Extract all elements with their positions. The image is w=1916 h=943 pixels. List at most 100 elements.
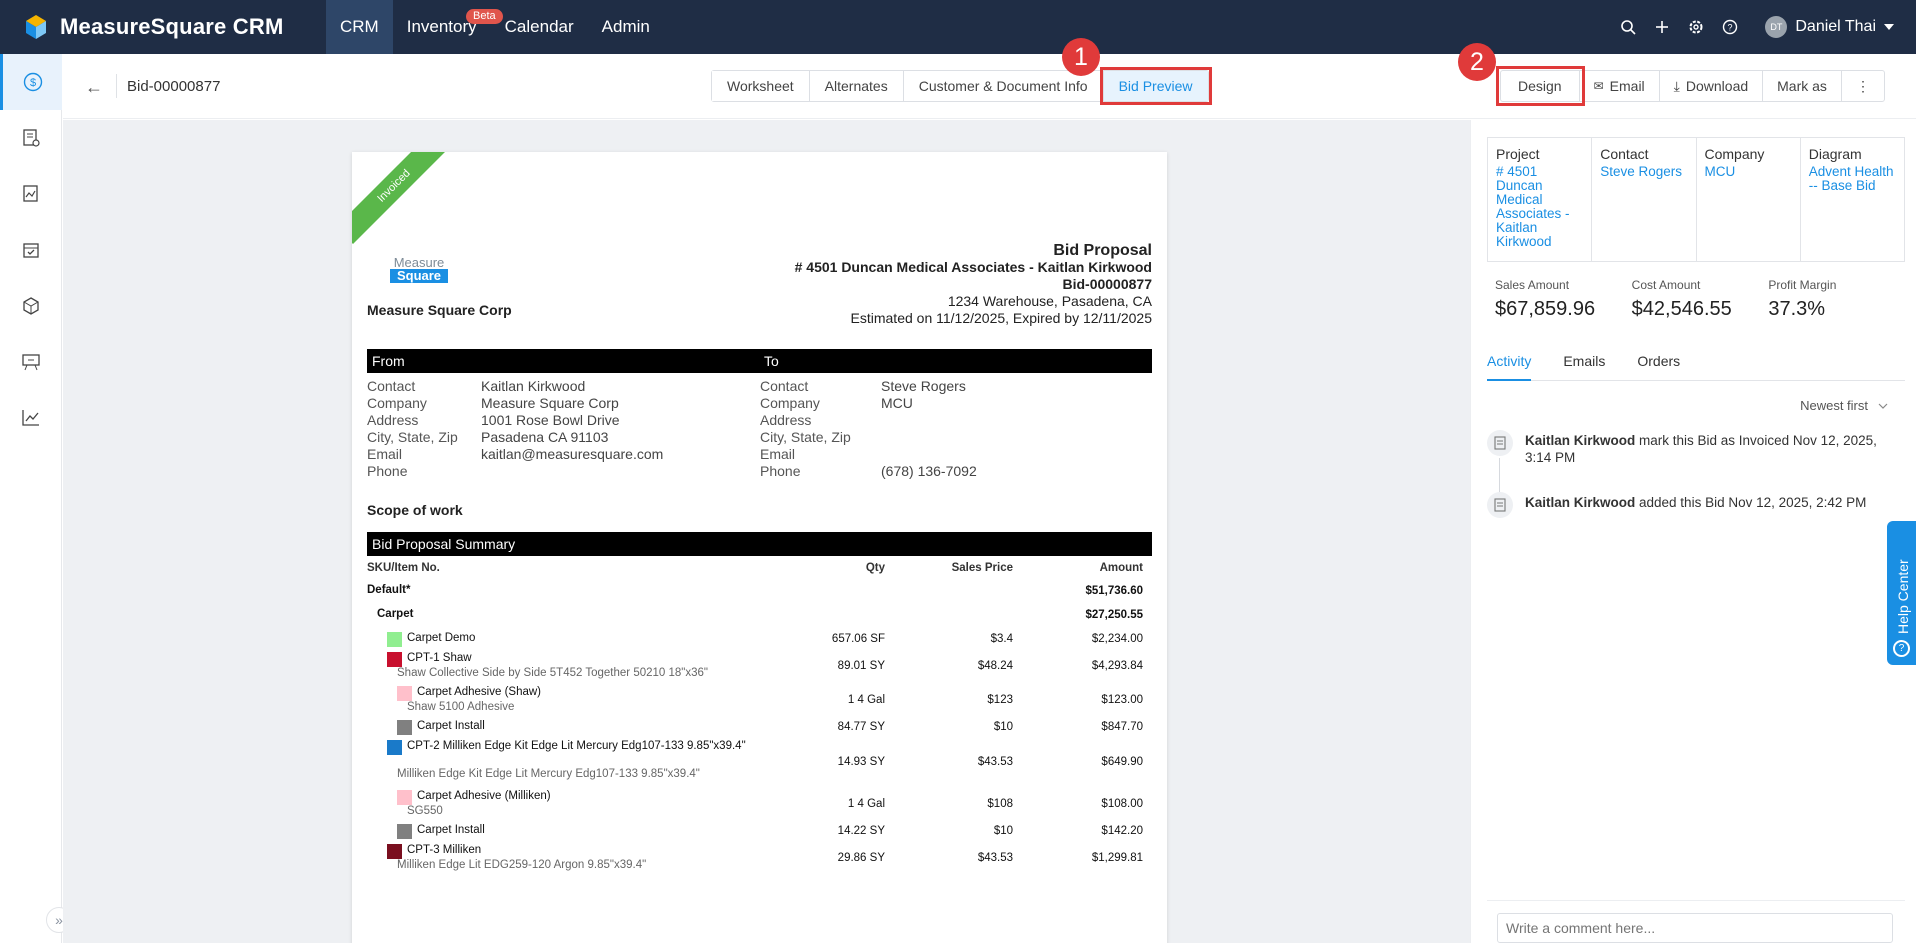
more-icon: ⋮ xyxy=(1855,78,1870,94)
svg-text:?: ? xyxy=(1728,23,1733,33)
proposal-title: Bid Proposal xyxy=(1053,242,1152,259)
card-diagram: Diagram Advent Health -- Base Bid xyxy=(1801,138,1904,261)
brand[interactable]: MeasureSquare CRM xyxy=(26,14,283,40)
nav-crm[interactable]: CRM xyxy=(326,0,393,54)
from-row: Company Measure Square Corp xyxy=(367,395,619,411)
plus-icon[interactable] xyxy=(1645,0,1679,54)
contact-link[interactable]: Steve Rogers xyxy=(1600,165,1687,179)
item-price: $43.53 xyxy=(977,756,1013,768)
item-amount: $1,299.81 xyxy=(1091,852,1143,864)
item-price: $48.24 xyxy=(977,660,1013,672)
table-row: Carpet $27,250.55 xyxy=(367,606,1152,630)
tab-worksheet[interactable]: Worksheet xyxy=(712,71,810,101)
table-row: Carpet Install 84.77 SY $10 $847.70 xyxy=(367,718,1152,738)
app-name: MeasureSquare CRM xyxy=(60,14,284,39)
avatar: DT xyxy=(1765,16,1788,38)
download-label: Download xyxy=(1685,78,1749,94)
help-icon[interactable]: ? xyxy=(1713,0,1747,54)
scope-heading: Scope of work xyxy=(367,502,463,518)
tab-orders[interactable]: Orders xyxy=(1637,353,1680,381)
proposal-project: # 4501 Duncan Medical Associates - Kaitl… xyxy=(794,259,1152,275)
financial-stats: Sales Amount $67,859.96 Cost Amount $42,54… xyxy=(1495,278,1905,321)
item-amount: $4,293.84 xyxy=(1091,660,1143,672)
top-navbar: MeasureSquare CRM CRM Inventory Beta Cal… xyxy=(0,0,1916,54)
card-project: Project # 4501 Duncan Medical Associates … xyxy=(1488,138,1593,261)
to-row: City, State, Zip xyxy=(760,429,851,445)
email-label: Email xyxy=(1609,78,1645,94)
item-description: Milliken Edge Kit Edge Lit Mercury Edg10… xyxy=(397,768,700,780)
tab-bid-preview[interactable]: Bid Preview xyxy=(1099,67,1212,105)
tab-emails[interactable]: Emails xyxy=(1563,353,1605,381)
item-name: CPT-2 Milliken Edge Kit Edge Lit Mercury… xyxy=(407,740,746,752)
activity-tabs: Activity Emails Orders xyxy=(1487,353,1905,381)
proposal-bid-id: Bid-00000877 xyxy=(1062,276,1152,292)
search-icon[interactable] xyxy=(1611,0,1645,54)
item-name: Default* xyxy=(367,584,411,596)
from-row: Email kaitlan@measuresquare.com xyxy=(367,446,664,462)
mail-icon: ✉ xyxy=(1593,79,1604,93)
page-title: Bid-00000877 xyxy=(127,78,221,95)
gear-icon[interactable] xyxy=(1679,0,1713,54)
to-block: Contact Steve Rogers Company MCU Address C… xyxy=(760,378,977,480)
table-row: Carpet Adhesive (Shaw) Shaw 5100 Adhesive… xyxy=(367,684,1152,718)
from-block: Contact Kaitlan Kirkwood Company Measure S… xyxy=(367,378,663,480)
tab-customer-document-info[interactable]: Customer & Document Info xyxy=(903,71,1104,101)
table-row: Carpet Install 14.22 SY $10 $142.20 xyxy=(367,822,1152,842)
summary-header: Bid Proposal Summary xyxy=(367,532,1152,556)
back-arrow-icon[interactable]: ← xyxy=(85,77,103,98)
comment-input[interactable] xyxy=(1497,913,1893,943)
comment-box xyxy=(1487,900,1905,943)
to-row: Email xyxy=(760,446,796,462)
sidebar-item-bids[interactable]: $ xyxy=(0,54,62,110)
document-icon xyxy=(1487,430,1513,456)
sort-dropdown[interactable]: Newest first xyxy=(1800,398,1888,413)
sidebar-item-schedule[interactable] xyxy=(0,222,62,278)
color-swatch xyxy=(387,632,402,647)
color-swatch xyxy=(397,720,412,735)
sidebar-item-reports[interactable] xyxy=(0,390,62,446)
mark-as-button[interactable]: Mark as xyxy=(1763,71,1842,101)
sidebar-item-estimates[interactable] xyxy=(0,110,62,166)
diagram-link[interactable]: Advent Health -- Base Bid xyxy=(1809,165,1896,193)
preview-canvas[interactable]: Invoiced Measure Square Measure Square C… xyxy=(63,120,1470,943)
proposal-header: Bid Proposal # 4501 Duncan Medical Assoc… xyxy=(795,242,1152,327)
view-tabs: Worksheet Alternates Customer & Document… xyxy=(711,67,1212,105)
item-qty: 14.93 SY xyxy=(837,756,885,768)
nav-calendar[interactable]: Calendar xyxy=(491,0,588,54)
status-ribbon: Invoiced xyxy=(352,152,452,244)
stat-cost: Cost Amount $42,546.55 xyxy=(1631,278,1732,320)
table-row: CPT-3 Milliken Milliken Edge Lit EDG259-1… xyxy=(367,842,1152,876)
download-button[interactable]: ⤓ Download xyxy=(1660,71,1764,101)
company-link[interactable]: MCU xyxy=(1705,165,1792,179)
chevron-down-icon xyxy=(1878,403,1888,409)
from-label: From xyxy=(372,353,405,369)
item-qty: 89.01 SY xyxy=(837,660,885,672)
help-center-button[interactable]: Help Center ? xyxy=(1887,521,1916,665)
card-contact: Contact Steve Rogers xyxy=(1592,138,1697,261)
from-row: Phone xyxy=(367,463,408,479)
to-row: Phone (678) 136-7092 xyxy=(760,463,977,479)
details-panel: Project # 4501 Duncan Medical Associates … xyxy=(1470,120,1916,943)
sidebar-item-projects[interactable] xyxy=(0,334,62,390)
to-row: Address xyxy=(760,412,812,428)
item-qty: 657.06 SF xyxy=(831,633,885,645)
nav-admin[interactable]: Admin xyxy=(588,0,664,54)
box-icon xyxy=(23,297,39,315)
more-options-button[interactable]: ⋮ xyxy=(1842,71,1884,101)
stat-sales: Sales Amount $67,859.96 xyxy=(1495,278,1596,320)
color-swatch xyxy=(387,652,402,667)
user-name: Daniel Thai xyxy=(1795,18,1876,35)
user-menu[interactable]: DT Daniel Thai xyxy=(1765,16,1894,38)
table-row: Carpet Demo 657.06 SF $3.4 $2,234.00 xyxy=(367,630,1152,650)
tab-activity[interactable]: Activity xyxy=(1487,353,1532,381)
email-button[interactable]: ✉ Email xyxy=(1580,71,1660,101)
tab-alternates[interactable]: Alternates xyxy=(809,71,904,101)
design-button[interactable]: Design xyxy=(1496,66,1585,106)
sidebar-item-documents[interactable] xyxy=(0,166,62,222)
item-amount: $649.90 xyxy=(1101,756,1143,768)
project-link[interactable]: # 4501 Duncan Medical Associates - Kaitl… xyxy=(1496,165,1583,249)
action-buttons: Design ✉ Email ⤓ Download Mark as ⋮ xyxy=(1496,66,1885,106)
dollar-icon: $ xyxy=(23,72,42,92)
table-row: Default* $51,736.60 xyxy=(367,582,1152,606)
sidebar-item-products[interactable] xyxy=(0,278,62,334)
